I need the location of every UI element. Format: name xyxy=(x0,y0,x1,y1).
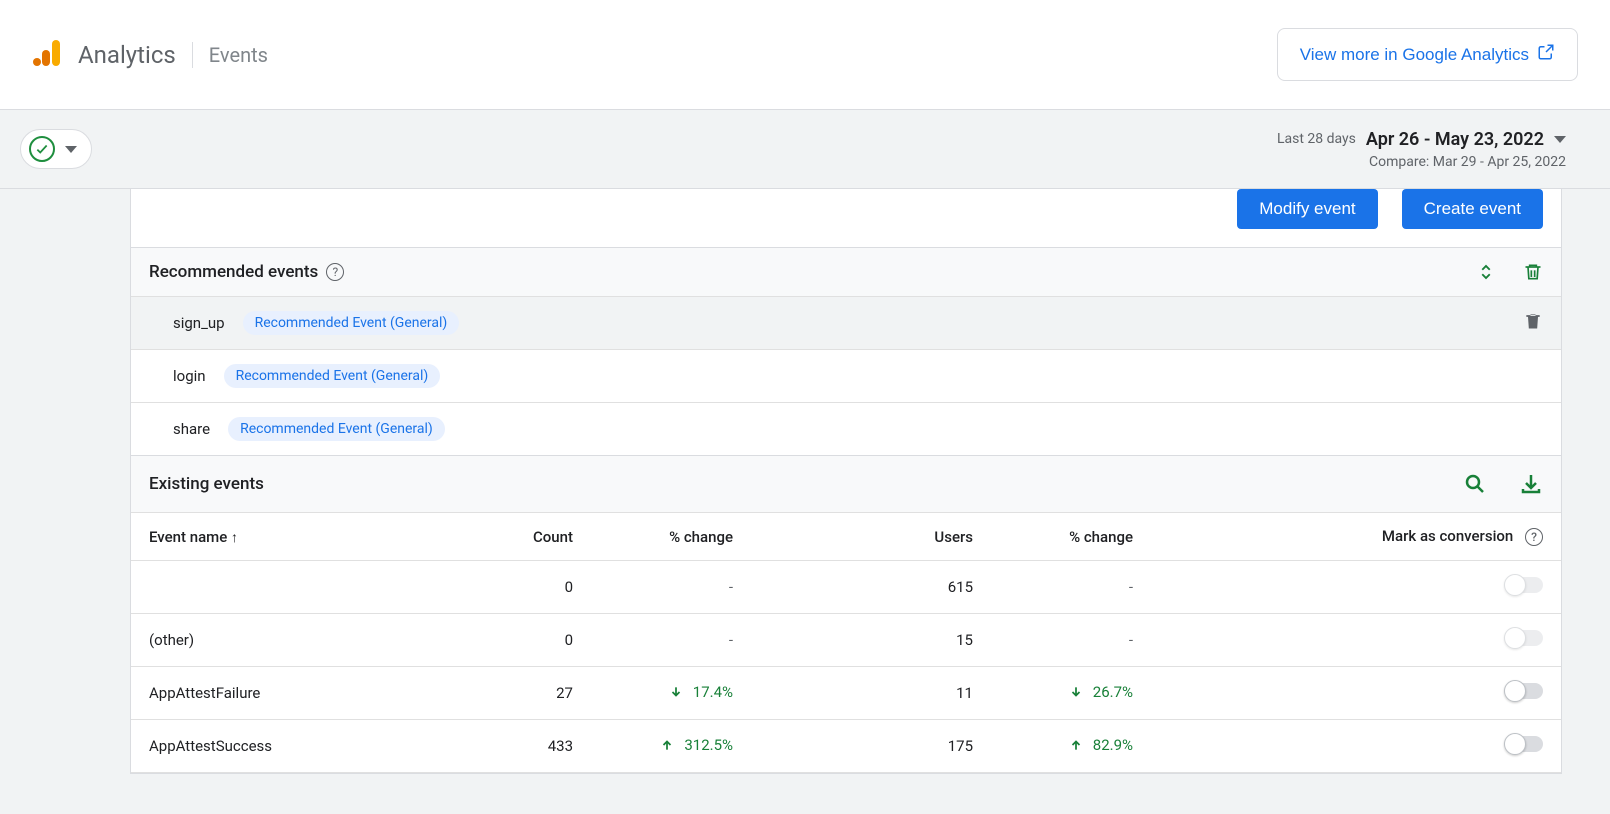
recommended-row[interactable]: login Recommended Event (General) xyxy=(131,350,1561,403)
cell-conversion-toggle[interactable] xyxy=(1151,561,1561,614)
content-area: Modify event Create event Recommended ev… xyxy=(0,189,1610,814)
col-users[interactable]: Users xyxy=(751,513,991,561)
existing-header: Existing events xyxy=(131,456,1561,513)
cell-users: 15 xyxy=(751,614,991,667)
conversion-toggle[interactable] xyxy=(1505,736,1543,752)
event-buttons-row: Modify event Create event xyxy=(130,189,1562,247)
table-row[interactable]: AppAttestFailure2717.4%1126.7% xyxy=(131,667,1561,720)
recommended-event-name: login xyxy=(173,367,206,385)
col-users-change[interactable]: % change xyxy=(991,513,1151,561)
help-icon[interactable]: ? xyxy=(326,263,344,281)
existing-title: Existing events xyxy=(149,474,264,494)
conversion-toggle[interactable] xyxy=(1505,683,1543,699)
cell-conversion-toggle[interactable] xyxy=(1151,614,1561,667)
brand-divider xyxy=(192,42,193,68)
cell-event-name: (other) xyxy=(131,614,451,667)
cell-users: 615 xyxy=(751,561,991,614)
conversion-toggle[interactable] xyxy=(1505,577,1543,593)
create-event-button[interactable]: Create event xyxy=(1402,189,1543,229)
col-count[interactable]: Count xyxy=(451,513,591,561)
recommended-row[interactable]: share Recommended Event (General) xyxy=(131,403,1561,455)
recommended-header: Recommended events ? xyxy=(131,248,1561,297)
help-icon[interactable]: ? xyxy=(1525,528,1543,546)
date-range-picker[interactable]: Last 28 days Apr 26 - May 23, 2022 Compa… xyxy=(1277,129,1590,170)
cell-count: 0 xyxy=(451,561,591,614)
table-row[interactable]: AppAttestSuccess433312.5%17582.9% xyxy=(131,720,1561,773)
recommended-chip: Recommended Event (General) xyxy=(224,364,441,388)
cell-users: 11 xyxy=(751,667,991,720)
recommended-event-name: sign_up xyxy=(173,314,225,332)
cell-count: 0 xyxy=(451,614,591,667)
recommended-chip: Recommended Event (General) xyxy=(228,417,445,441)
expand-collapse-icon[interactable] xyxy=(1477,263,1495,281)
table-row[interactable]: 0-615- xyxy=(131,561,1561,614)
status-filter-pill[interactable] xyxy=(20,129,92,169)
cell-count-change: 17.4% xyxy=(591,667,751,720)
appbar: Analytics Events View more in Google Ana… xyxy=(0,0,1610,110)
cell-users-change: - xyxy=(991,561,1151,614)
date-range-compare: Compare: Mar 29 - Apr 25, 2022 xyxy=(1277,154,1566,170)
check-circle-icon xyxy=(29,136,55,162)
cell-count-change: 312.5% xyxy=(591,720,751,773)
col-event-name[interactable]: Event name ↑ xyxy=(131,513,451,561)
col-mark-conversion: Mark as conversion ? xyxy=(1151,513,1561,561)
cell-count: 27 xyxy=(451,667,591,720)
view-in-ga-button[interactable]: View more in Google Analytics xyxy=(1277,28,1578,81)
sort-asc-icon: ↑ xyxy=(231,530,238,546)
download-icon[interactable] xyxy=(1519,472,1543,496)
recommended-events-card: Recommended events ? sign_up Recommend xyxy=(130,247,1562,456)
brand-name: Analytics xyxy=(78,41,176,69)
date-caret-icon xyxy=(1554,136,1566,143)
recommended-title: Recommended events xyxy=(149,262,318,282)
search-icon[interactable] xyxy=(1463,472,1487,496)
page-name: Events xyxy=(209,43,268,67)
conversion-toggle[interactable] xyxy=(1505,630,1543,646)
col-count-change[interactable]: % change xyxy=(591,513,751,561)
cell-users-change: - xyxy=(991,614,1151,667)
date-range-label: Last 28 days xyxy=(1277,131,1356,147)
events-table: Event name ↑ Count % change Users % chan… xyxy=(131,513,1561,773)
cell-event-name: AppAttestFailure xyxy=(131,667,451,720)
table-header-row: Event name ↑ Count % change Users % chan… xyxy=(131,513,1561,561)
delete-row-icon[interactable] xyxy=(1523,311,1543,331)
cell-conversion-toggle[interactable] xyxy=(1151,720,1561,773)
recommended-row[interactable]: sign_up Recommended Event (General) xyxy=(131,297,1561,350)
cell-event-name xyxy=(131,561,451,614)
date-range-value: Apr 26 - May 23, 2022 xyxy=(1366,129,1544,150)
dropdown-caret-icon xyxy=(65,146,77,153)
brand: Analytics xyxy=(32,36,176,74)
cell-count-change: - xyxy=(591,561,751,614)
existing-events-card: Existing events Event name xyxy=(130,456,1562,774)
cell-event-name: AppAttestSuccess xyxy=(131,720,451,773)
cell-users: 175 xyxy=(751,720,991,773)
analytics-logo-icon xyxy=(32,36,66,74)
table-row[interactable]: (other)0-15- xyxy=(131,614,1561,667)
delete-all-icon[interactable] xyxy=(1523,262,1543,282)
recommended-event-name: share xyxy=(173,420,210,438)
cell-conversion-toggle[interactable] xyxy=(1151,667,1561,720)
cell-users-change: 82.9% xyxy=(991,720,1151,773)
cell-count: 433 xyxy=(451,720,591,773)
cell-users-change: 26.7% xyxy=(991,667,1151,720)
cell-count-change: - xyxy=(591,614,751,667)
subbar: Last 28 days Apr 26 - May 23, 2022 Compa… xyxy=(0,110,1610,189)
open-external-icon xyxy=(1537,43,1555,66)
modify-event-button[interactable]: Modify event xyxy=(1237,189,1377,229)
view-in-ga-label: View more in Google Analytics xyxy=(1300,45,1529,65)
recommended-chip: Recommended Event (General) xyxy=(243,311,460,335)
